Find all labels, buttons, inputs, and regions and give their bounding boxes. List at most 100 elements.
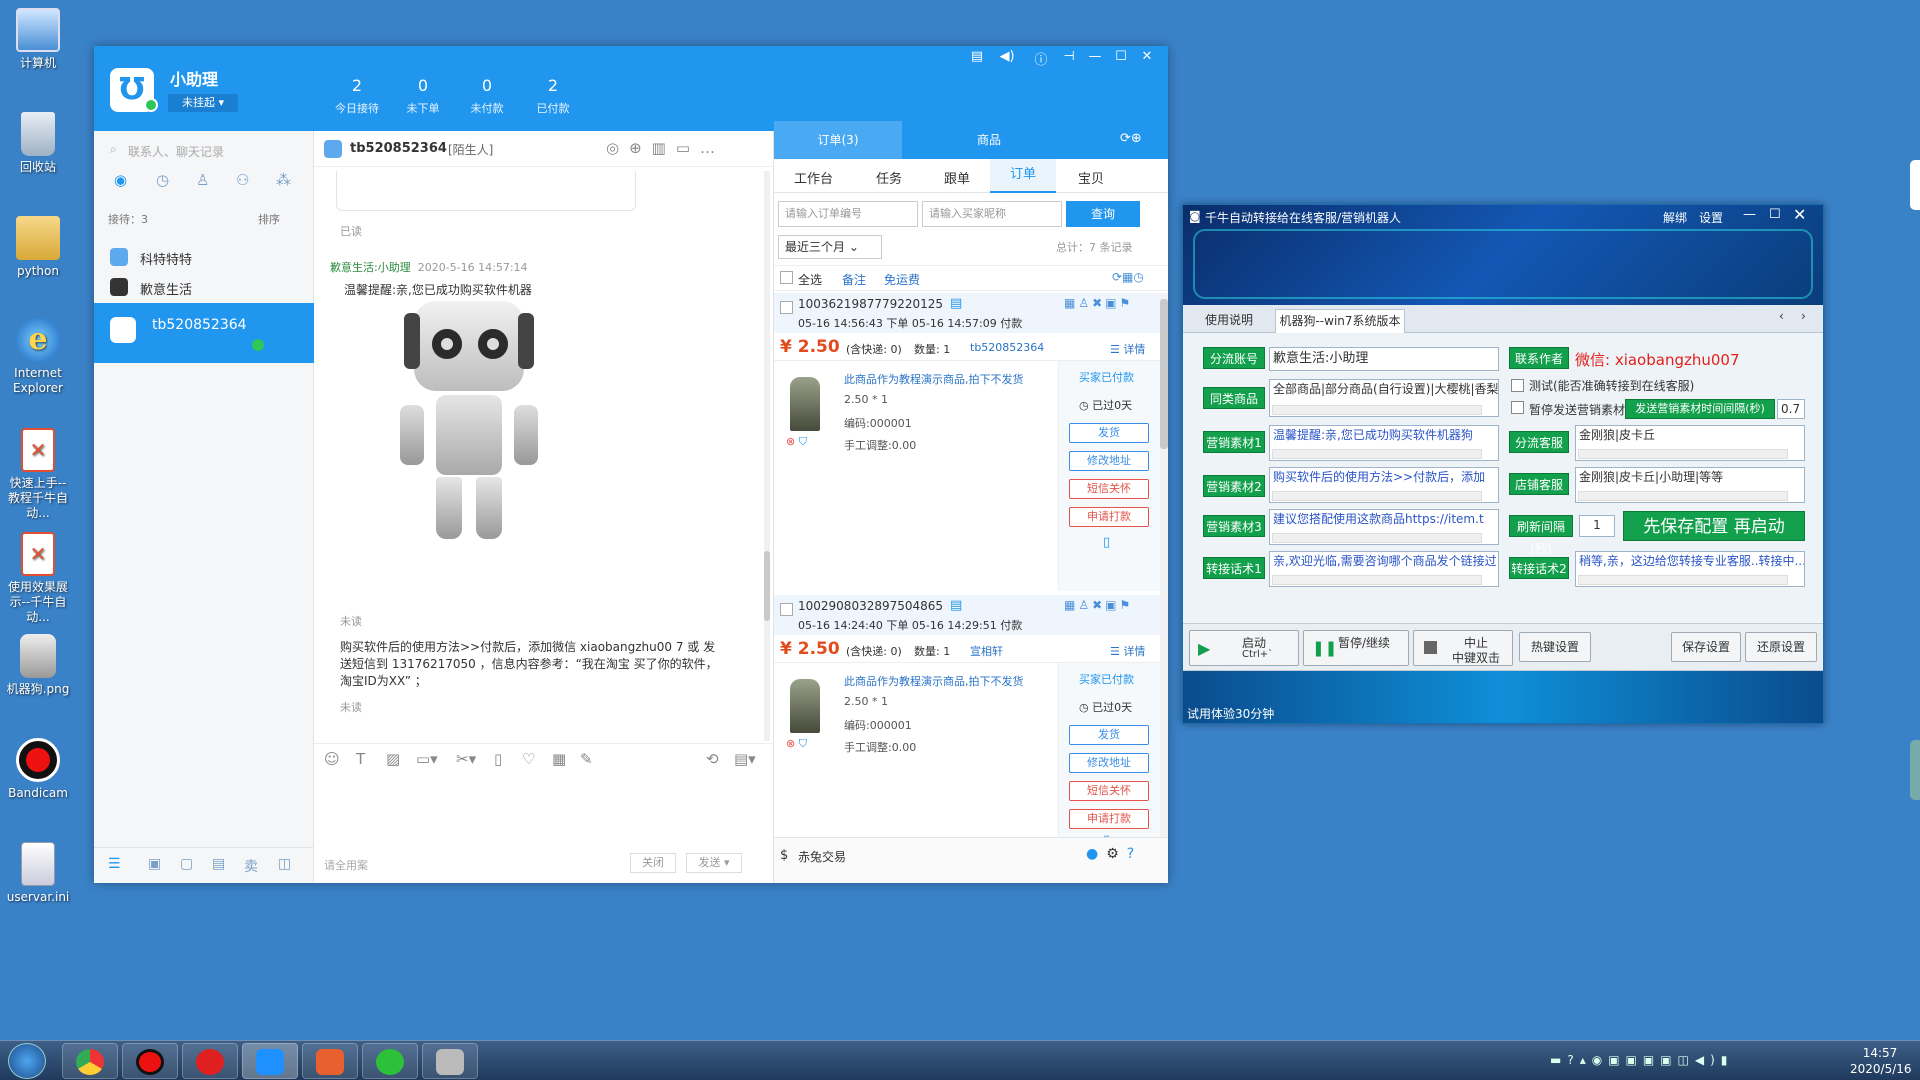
ship-button[interactable]: 发货 bbox=[1069, 423, 1149, 443]
start-button[interactable]: ▶ 启动 Ctrl+` bbox=[1189, 630, 1299, 666]
stat-paid[interactable]: 2 已付款 bbox=[522, 76, 584, 116]
order-number-input[interactable]: 请输入订单编号 bbox=[778, 201, 918, 227]
footer-icons[interactable]: ●⚙? bbox=[1086, 846, 1142, 862]
layout-icon[interactable]: ◫ bbox=[278, 856, 291, 872]
chat-filter-icon[interactable]: ◉ bbox=[114, 171, 127, 189]
save-and-start-button[interactable]: 先保存配置 再启动 bbox=[1623, 511, 1805, 541]
group-filter-icon[interactable]: ⚇ bbox=[236, 171, 249, 189]
shop-icon[interactable]: ▤ bbox=[212, 856, 225, 872]
query-button[interactable]: 查询 bbox=[1066, 201, 1140, 227]
pause-checkbox[interactable] bbox=[1511, 401, 1524, 414]
modify-address-button[interactable]: 修改地址 bbox=[1069, 451, 1149, 471]
desktop-icon-bandicam[interactable]: Bandicam bbox=[6, 738, 70, 801]
status-dropdown[interactable]: 未挂起 ▾ bbox=[168, 94, 238, 112]
shop-cs-field[interactable]: 金刚狼|皮卡丘|小助理|等等 bbox=[1575, 467, 1805, 503]
range-dropdown[interactable]: 最近三个月 ⌄ bbox=[778, 235, 882, 259]
request-payment-button[interactable]: 申请打款 bbox=[1069, 507, 1149, 527]
buyer-link[interactable]: 宣相轩 bbox=[970, 643, 1003, 659]
list-tools-icon[interactable]: ⟳▦◷ bbox=[1112, 270, 1144, 284]
copy-icon[interactable]: ▤ bbox=[950, 296, 962, 311]
taskbar-chrome[interactable] bbox=[62, 1043, 118, 1079]
desktop-icon-robot-png[interactable]: 机器狗.png bbox=[6, 634, 70, 697]
same-goods-field[interactable]: 全部商品|部分商品(自行设置)|大樱桃|香梨 bbox=[1269, 379, 1499, 417]
send-button[interactable]: 发送 ▾ bbox=[686, 853, 742, 873]
tab-orders[interactable]: 订单(3) bbox=[774, 121, 902, 159]
quick-phrase[interactable]: 请全用案 bbox=[324, 857, 368, 873]
desktop-icon-computer[interactable]: 计算机 bbox=[6, 8, 70, 71]
order-checkbox[interactable] bbox=[780, 603, 793, 616]
close-icon[interactable]: ✕ bbox=[1136, 49, 1158, 64]
order-actions-icon[interactable]: ▦♙✖▣⚑ bbox=[1064, 296, 1133, 310]
sms-care-button[interactable]: 短信关怀 bbox=[1069, 479, 1149, 499]
taskbar-wechat[interactable] bbox=[362, 1043, 418, 1079]
desktop-icon-demo[interactable]: ✕ 使用效果展示--千牛自动... bbox=[6, 532, 70, 625]
pause-button[interactable]: ❚❚ 暂停/继续 bbox=[1303, 630, 1409, 666]
search-box[interactable]: ⌕ 联系人、聊天记录 bbox=[102, 139, 306, 163]
order-actions-icon[interactable]: ▦♙✖▣⚑ bbox=[1064, 598, 1133, 612]
tab-items[interactable]: 宝贝 bbox=[1078, 168, 1104, 187]
message-input[interactable] bbox=[314, 773, 774, 847]
buyer-link[interactable]: tb520852364 bbox=[970, 341, 1044, 354]
close-icon[interactable]: ✕ bbox=[1793, 205, 1806, 224]
message-icon[interactable]: ▤ bbox=[966, 49, 988, 64]
close-chat-button[interactable]: 关闭 bbox=[630, 853, 676, 873]
heart-icon[interactable]: ♡ bbox=[522, 750, 535, 768]
person-filter-icon[interactable]: ♙ bbox=[196, 171, 209, 189]
select-all-checkbox[interactable] bbox=[780, 271, 793, 284]
maximize-icon[interactable]: ☐ bbox=[1110, 49, 1132, 64]
taskbar-netease-music[interactable] bbox=[182, 1043, 238, 1079]
tab-follow[interactable]: 跟单 bbox=[944, 168, 970, 187]
hotkey-button[interactable]: 热键设置 bbox=[1519, 632, 1591, 662]
desktop-icon-python[interactable]: python bbox=[6, 216, 70, 279]
talk2-field[interactable]: 稍等,亲，这边给您转接专业客服..转接中... bbox=[1575, 551, 1805, 587]
desktop-icon-uservar[interactable]: uservar.ini bbox=[6, 842, 70, 905]
tab-workbench[interactable]: 工作台 bbox=[794, 168, 833, 187]
image-icon[interactable]: ▨ bbox=[386, 750, 400, 768]
recent-filter-icon[interactable]: ◷ bbox=[156, 171, 169, 189]
font-icon[interactable]: T bbox=[356, 750, 365, 768]
refresh-field[interactable]: 1 bbox=[1579, 515, 1615, 537]
box-icon[interactable]: ▣ bbox=[148, 856, 161, 872]
system-tray-icons[interactable]: ▬?▴◉▣▣▣▣◫◀)▮ bbox=[1550, 1053, 1733, 1067]
edit-icon[interactable]: ✎ bbox=[580, 750, 593, 768]
maximize-icon[interactable]: ☐ bbox=[1769, 207, 1781, 222]
tab-goods[interactable]: 商品 bbox=[944, 121, 1034, 159]
taskbar-qianniu[interactable] bbox=[242, 1043, 298, 1079]
tab-instructions[interactable]: 使用说明 bbox=[1189, 309, 1269, 333]
material3-field[interactable]: 建议您搭配使用这款商品https://item.t bbox=[1269, 509, 1499, 545]
team-filter-icon[interactable]: ⁂ bbox=[276, 171, 291, 189]
stat-not-ordered[interactable]: 0 未下单 bbox=[392, 76, 454, 116]
robot-image[interactable] bbox=[374, 301, 564, 551]
contact-item-selected[interactable]: tb520852364 bbox=[94, 303, 314, 363]
product-title[interactable]: 此商品作为教程演示商品,拍下不发货 bbox=[844, 371, 1024, 387]
detail-link[interactable]: ☰ 详情 bbox=[1110, 643, 1145, 659]
vibrate-icon[interactable]: ▯ bbox=[494, 750, 502, 768]
folder-icon[interactable]: ▭▾ bbox=[416, 750, 438, 768]
scissors-icon[interactable]: ✂▾ bbox=[456, 750, 476, 768]
stop-button[interactable]: 中止 中键双击 bbox=[1413, 630, 1513, 666]
material1-field[interactable]: 温馨提醒:亲,您已成功购买软件机器狗 bbox=[1269, 425, 1499, 461]
test-checkbox[interactable] bbox=[1511, 379, 1524, 392]
taskbar-wps[interactable] bbox=[302, 1043, 358, 1079]
contact-item[interactable]: 歉意生活 bbox=[94, 271, 314, 301]
help-icon[interactable]: ⓘ bbox=[1030, 49, 1052, 68]
sms-care-button[interactable]: 短信关怀 bbox=[1069, 781, 1149, 801]
stat-today[interactable]: 2 今日接待 bbox=[326, 76, 388, 116]
phone-icon[interactable]: ▯ bbox=[1103, 535, 1110, 550]
start-button[interactable] bbox=[8, 1043, 46, 1079]
material2-field[interactable]: 购买软件后的使用方法>>付款后，添加 bbox=[1269, 467, 1499, 503]
tab-order-active[interactable]: 订单 bbox=[990, 159, 1056, 193]
clock[interactable]: 14:57 2020/5/16 bbox=[1850, 1045, 1912, 1077]
settings-link[interactable]: 设置 bbox=[1699, 209, 1723, 226]
emoji-icon[interactable]: ☺ bbox=[324, 750, 340, 768]
free-shipping-link[interactable]: 免运费 bbox=[884, 271, 920, 288]
remark-link[interactable]: 备注 bbox=[842, 271, 866, 288]
calculator-icon[interactable]: ▦ bbox=[552, 750, 566, 768]
menu-icon[interactable]: ☰ bbox=[108, 856, 121, 872]
tab-robot-dog[interactable]: 机器狗--win7系统版本 bbox=[1275, 309, 1405, 333]
desktop-icon-ie[interactable]: e Internet Explorer bbox=[6, 318, 70, 396]
chat-scrollbar[interactable] bbox=[764, 171, 770, 741]
detail-link[interactable]: ☰ 详情 bbox=[1110, 341, 1145, 357]
shunt-cs-field[interactable]: 金刚狼|皮卡丘 bbox=[1575, 425, 1805, 461]
desktop-icon-recycle-bin[interactable]: 回收站 bbox=[6, 112, 70, 175]
